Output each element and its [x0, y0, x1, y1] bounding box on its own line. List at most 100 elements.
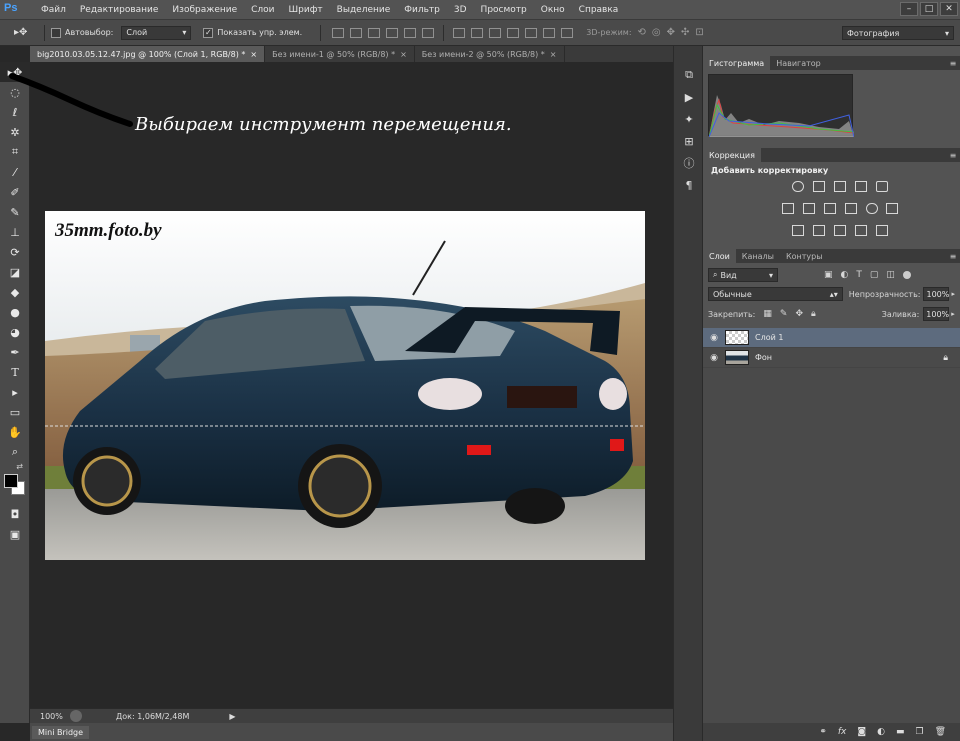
- vibrance-icon[interactable]: [875, 181, 888, 192]
- menu-window[interactable]: Окно: [534, 5, 572, 15]
- 3d-scale-icon[interactable]: ⊡: [695, 27, 703, 38]
- threshold-icon[interactable]: [833, 225, 846, 236]
- lock-image-icon[interactable]: ✎: [780, 309, 788, 319]
- info-icon[interactable]: ⓘ: [674, 152, 704, 174]
- eyedropper-tool-icon[interactable]: ⁄: [0, 162, 30, 182]
- distribute-hcenter-icon[interactable]: [525, 27, 538, 38]
- clone-source-icon[interactable]: ⊞: [674, 130, 704, 152]
- workspace-dropdown[interactable]: Фотография ▾: [842, 26, 954, 40]
- align-bottom-icon[interactable]: [368, 27, 381, 38]
- zoom-tool-icon[interactable]: ⌕: [0, 442, 30, 462]
- dodge-tool-icon[interactable]: ◕: [0, 322, 30, 342]
- tab-histogram[interactable]: Гистограмма: [703, 56, 771, 70]
- exposure-icon[interactable]: [854, 181, 867, 192]
- tab-document-big2010[interactable]: big2010.03.05.12.47.jpg @ 100% (Слой 1, …: [30, 46, 266, 62]
- minimize-button[interactable]: –: [900, 2, 918, 16]
- brush-presets-icon[interactable]: ✦: [674, 108, 704, 130]
- 3d-slide-icon[interactable]: ✣: [681, 27, 689, 38]
- maximize-button[interactable]: □: [920, 2, 938, 16]
- curves-icon[interactable]: [833, 181, 846, 192]
- status-menu-arrow-icon[interactable]: ▶: [229, 712, 235, 721]
- menu-filter[interactable]: Фильтр: [397, 5, 447, 15]
- black-white-icon[interactable]: [823, 203, 836, 214]
- autoselect-checkbox[interactable]: [51, 27, 61, 38]
- filter-shape-icon[interactable]: ▢: [870, 270, 879, 280]
- history-panel-icon[interactable]: ⧉: [674, 64, 704, 86]
- tab-layers[interactable]: Слои: [703, 249, 736, 263]
- photo-filter-icon[interactable]: [844, 203, 857, 214]
- channel-mixer-icon[interactable]: [865, 203, 878, 214]
- distribute-right-icon[interactable]: [543, 27, 556, 38]
- filter-pixel-icon[interactable]: ▣: [824, 270, 833, 280]
- paragraph-icon[interactable]: ¶: [674, 174, 704, 196]
- opacity-slider-arrow-icon[interactable]: ▸: [951, 290, 955, 298]
- menu-help[interactable]: Справка: [572, 5, 626, 15]
- distribute-bottom-icon[interactable]: [489, 27, 502, 38]
- rectangle-tool-icon[interactable]: ▭: [0, 402, 30, 422]
- trash-icon[interactable]: 🗑︎: [935, 727, 946, 737]
- menu-layers[interactable]: Слои: [244, 5, 281, 15]
- 3d-roll-icon[interactable]: ◎: [652, 27, 661, 38]
- gradient-map-icon[interactable]: [875, 225, 888, 236]
- autoselect-dropdown[interactable]: Слой ▾: [121, 25, 192, 40]
- 3d-drag-icon[interactable]: ✥: [667, 27, 675, 38]
- status-info-icon[interactable]: [70, 710, 82, 722]
- show-transform-controls-checkbox[interactable]: ✓: [203, 27, 214, 38]
- healing-brush-tool-icon[interactable]: ✐: [0, 182, 30, 202]
- menu-view[interactable]: Просмотр: [474, 5, 534, 15]
- eraser-tool-icon[interactable]: ◪: [0, 262, 30, 282]
- clone-stamp-tool-icon[interactable]: ⊥: [0, 222, 30, 242]
- close-icon[interactable]: ×: [550, 50, 557, 59]
- auto-align-icon[interactable]: [561, 27, 574, 38]
- layer-style-fx-icon[interactable]: fx: [838, 727, 847, 737]
- tab-paths[interactable]: Контуры: [780, 249, 829, 263]
- distribute-top-icon[interactable]: [453, 27, 466, 38]
- add-mask-icon[interactable]: ◙: [857, 727, 866, 737]
- new-group-folder-icon[interactable]: ▬: [896, 727, 905, 737]
- history-brush-tool-icon[interactable]: ⟳: [0, 242, 30, 262]
- close-button[interactable]: ✕: [940, 2, 958, 16]
- 3d-rotate-icon[interactable]: ⟲: [638, 27, 646, 38]
- distribute-left-icon[interactable]: [507, 27, 520, 38]
- levels-icon[interactable]: [812, 181, 825, 192]
- link-layers-icon[interactable]: ⚭: [819, 727, 827, 737]
- pen-tool-icon[interactable]: ✒: [0, 342, 30, 362]
- filter-smart-object-icon[interactable]: ◫: [886, 270, 895, 280]
- menu-3d[interactable]: 3D: [447, 5, 474, 15]
- tab-adjustments[interactable]: Коррекция: [703, 148, 761, 162]
- fill-field[interactable]: 100%: [923, 307, 950, 321]
- close-icon[interactable]: ×: [250, 50, 257, 59]
- menu-image[interactable]: Изображение: [165, 5, 244, 15]
- new-layer-icon[interactable]: ❐: [915, 727, 923, 737]
- panel-menu-icon[interactable]: ≡: [946, 148, 960, 162]
- tab-navigator[interactable]: Навигатор: [770, 56, 827, 70]
- lock-all-icon[interactable]: 🔒︎: [811, 309, 816, 319]
- adjustment-layer-icon[interactable]: ◐: [877, 727, 885, 737]
- align-hcenter-icon[interactable]: [404, 27, 417, 38]
- crop-tool-icon[interactable]: ⌗: [0, 142, 30, 162]
- filter-adjustment-icon[interactable]: ◐: [841, 270, 849, 280]
- path-selection-tool-icon[interactable]: ▸: [0, 382, 30, 402]
- align-right-icon[interactable]: [422, 27, 435, 38]
- eye-icon[interactable]: ◉: [703, 353, 725, 363]
- type-tool-icon[interactable]: T: [0, 362, 30, 382]
- panel-menu-icon[interactable]: ≡: [946, 249, 960, 263]
- blur-tool-icon[interactable]: ●: [0, 302, 30, 322]
- layer-filter-dropdown[interactable]: ⌕ Вид ▾: [708, 268, 778, 282]
- paint-bucket-tool-icon[interactable]: ◆: [0, 282, 30, 302]
- fill-slider-arrow-icon[interactable]: ▸: [951, 310, 955, 318]
- brush-tool-icon[interactable]: ✎: [0, 202, 30, 222]
- mini-bridge-tab[interactable]: Mini Bridge: [32, 725, 90, 739]
- menu-edit[interactable]: Редактирование: [73, 5, 166, 15]
- tab-channels[interactable]: Каналы: [736, 249, 780, 263]
- layer-row-layer-1[interactable]: ◉ Слой 1: [703, 328, 960, 348]
- align-left-icon[interactable]: [386, 27, 399, 38]
- menu-select[interactable]: Выделение: [330, 5, 398, 15]
- hue-saturation-icon[interactable]: [782, 203, 794, 214]
- tab-document-untitled-1[interactable]: Без имени-1 @ 50% (RGB/8) * ×: [265, 46, 415, 62]
- opacity-field[interactable]: 100%: [923, 287, 950, 301]
- lock-transparency-icon[interactable]: ▦: [763, 309, 772, 319]
- invert-icon[interactable]: [792, 225, 804, 236]
- brightness-contrast-icon[interactable]: [792, 181, 804, 192]
- filter-type-icon[interactable]: T: [856, 270, 862, 280]
